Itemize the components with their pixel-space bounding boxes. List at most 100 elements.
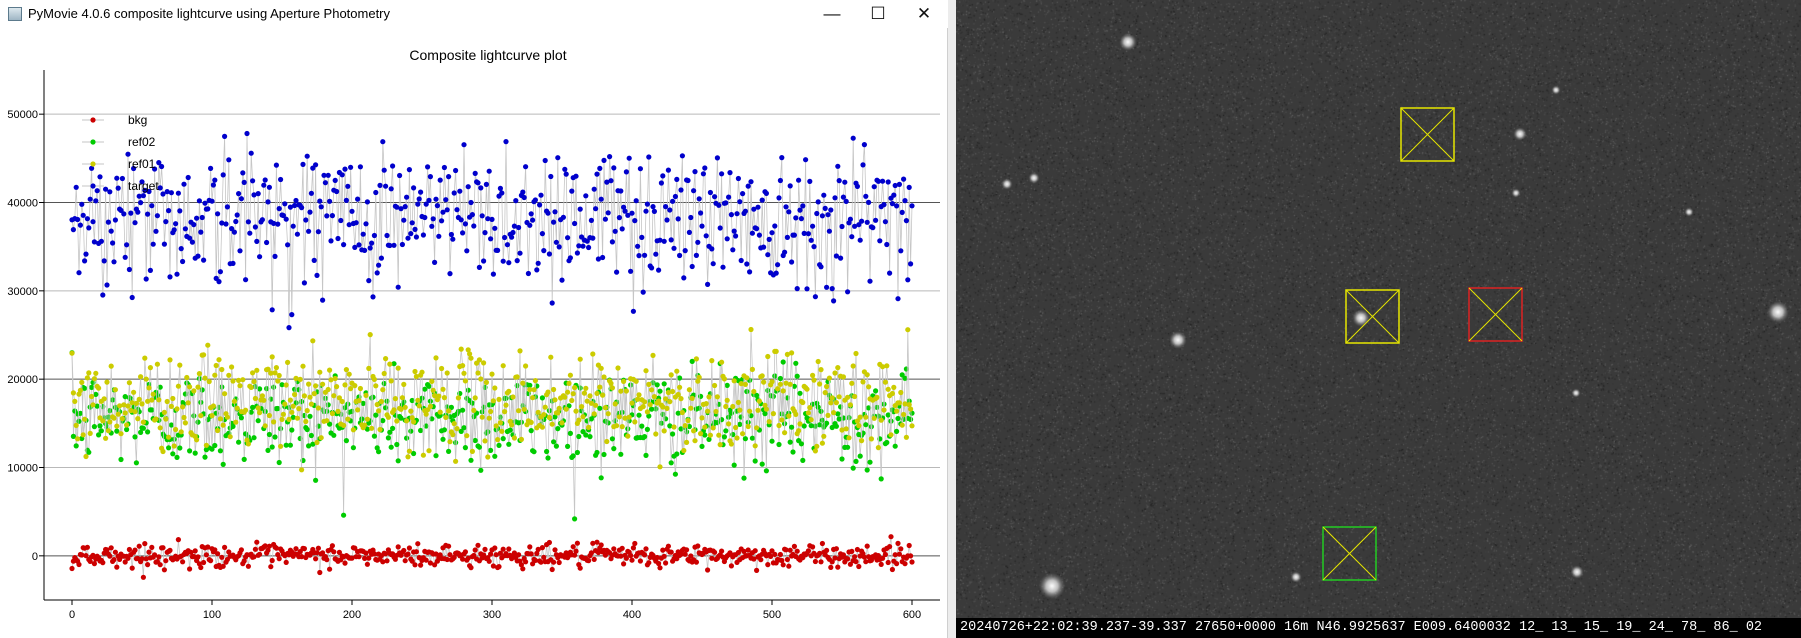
point-target [112, 217, 118, 223]
point-target [401, 217, 407, 223]
close-button[interactable]: ✕ [901, 0, 947, 28]
point-target [609, 239, 616, 245]
point-bkg [401, 547, 407, 554]
point-target [784, 234, 791, 240]
point-ref01 [569, 397, 575, 404]
point-target [150, 241, 156, 247]
legend-marker-ref01 [90, 161, 96, 167]
y-tick-label: 20000 [7, 374, 38, 386]
point-ref01 [441, 395, 447, 401]
point-target [756, 232, 763, 238]
point-ref01 [730, 403, 736, 410]
point-bkg [632, 540, 638, 547]
point-target [509, 234, 515, 240]
point-ref02 [174, 454, 180, 460]
point-ref02 [759, 461, 765, 467]
star-field-image[interactable] [956, 0, 1801, 618]
point-ref01 [296, 406, 302, 412]
point-ref02 [714, 420, 721, 426]
point-ref01 [644, 409, 651, 415]
point-ref01 [387, 361, 393, 367]
point-target [311, 257, 317, 263]
point-target [261, 182, 267, 188]
point-target [90, 219, 96, 225]
point-ref01 [495, 437, 501, 443]
point-target [432, 259, 438, 265]
point-target [822, 205, 828, 211]
point-ref02 [698, 393, 704, 399]
point-target [777, 177, 784, 184]
point-target [427, 174, 433, 180]
point-ref01 [789, 350, 795, 356]
point-bkg [384, 558, 390, 564]
point-ref01 [878, 417, 884, 423]
point-target [472, 170, 478, 176]
point-ref01 [139, 401, 145, 407]
aperture-red-2[interactable] [1468, 287, 1523, 342]
point-target [693, 252, 700, 258]
point-target [441, 164, 447, 171]
point-ref02 [572, 516, 578, 522]
point-target [698, 210, 704, 216]
point-ref02 [476, 444, 482, 450]
point-ref01 [616, 414, 623, 420]
minimize-button[interactable]: — [809, 0, 855, 28]
point-ref01 [412, 368, 418, 375]
point-bkg [149, 544, 155, 551]
point-ref01 [702, 424, 708, 430]
point-target [677, 252, 683, 259]
aperture-yellow-1[interactable] [1345, 289, 1400, 344]
point-target [695, 239, 701, 245]
point-target [635, 243, 641, 249]
point-ref01 [231, 398, 237, 404]
point-target [528, 211, 534, 217]
point-target [111, 259, 117, 265]
point-ref01 [754, 425, 760, 431]
point-ref01 [405, 454, 411, 460]
point-target [661, 238, 667, 244]
point-target [839, 223, 845, 230]
lightcurve-plot[interactable]: Composite lightcurve plot 0 10000 20000 300… [0, 28, 948, 638]
point-ref01 [352, 383, 358, 389]
point-target [675, 216, 681, 222]
point-ref01 [681, 447, 687, 454]
point-ref01 [331, 393, 337, 399]
point-bkg [364, 561, 370, 567]
point-target [733, 233, 739, 239]
point-ref01 [177, 362, 183, 368]
point-ref02 [89, 384, 95, 390]
point-ref01 [874, 394, 880, 400]
point-target [159, 163, 165, 170]
point-bkg [824, 547, 830, 554]
point-ref01 [184, 374, 190, 381]
point-bkg [611, 546, 617, 552]
point-target [210, 182, 216, 188]
point-ref01 [888, 432, 894, 438]
point-target [418, 189, 424, 195]
point-ref02 [307, 413, 313, 419]
point-ref02 [460, 407, 466, 413]
point-ref02 [238, 415, 244, 421]
point-ref01 [118, 431, 124, 437]
point-ref02 [271, 384, 277, 390]
point-ref01 [549, 421, 555, 427]
point-ref01 [591, 411, 597, 417]
point-ref01 [699, 415, 705, 421]
point-ref01 [840, 374, 847, 380]
point-bkg [252, 546, 258, 552]
aperture-yellow-0[interactable] [1400, 107, 1455, 162]
point-ref01 [469, 448, 475, 454]
title-bar[interactable]: PyMovie 4.0.6 composite lightcurve using… [0, 0, 948, 28]
point-ref02 [873, 388, 879, 394]
point-ref01 [500, 363, 506, 369]
point-bkg [472, 547, 478, 553]
point-target [84, 216, 90, 222]
point-target [688, 214, 694, 221]
point-target [542, 157, 548, 164]
point-ref02 [166, 445, 172, 451]
aperture-green-3[interactable] [1322, 526, 1377, 581]
maximize-button[interactable]: ☐ [855, 0, 901, 28]
point-bkg [136, 543, 142, 549]
aperture-overlay [1322, 107, 1523, 581]
point-target [614, 269, 620, 275]
